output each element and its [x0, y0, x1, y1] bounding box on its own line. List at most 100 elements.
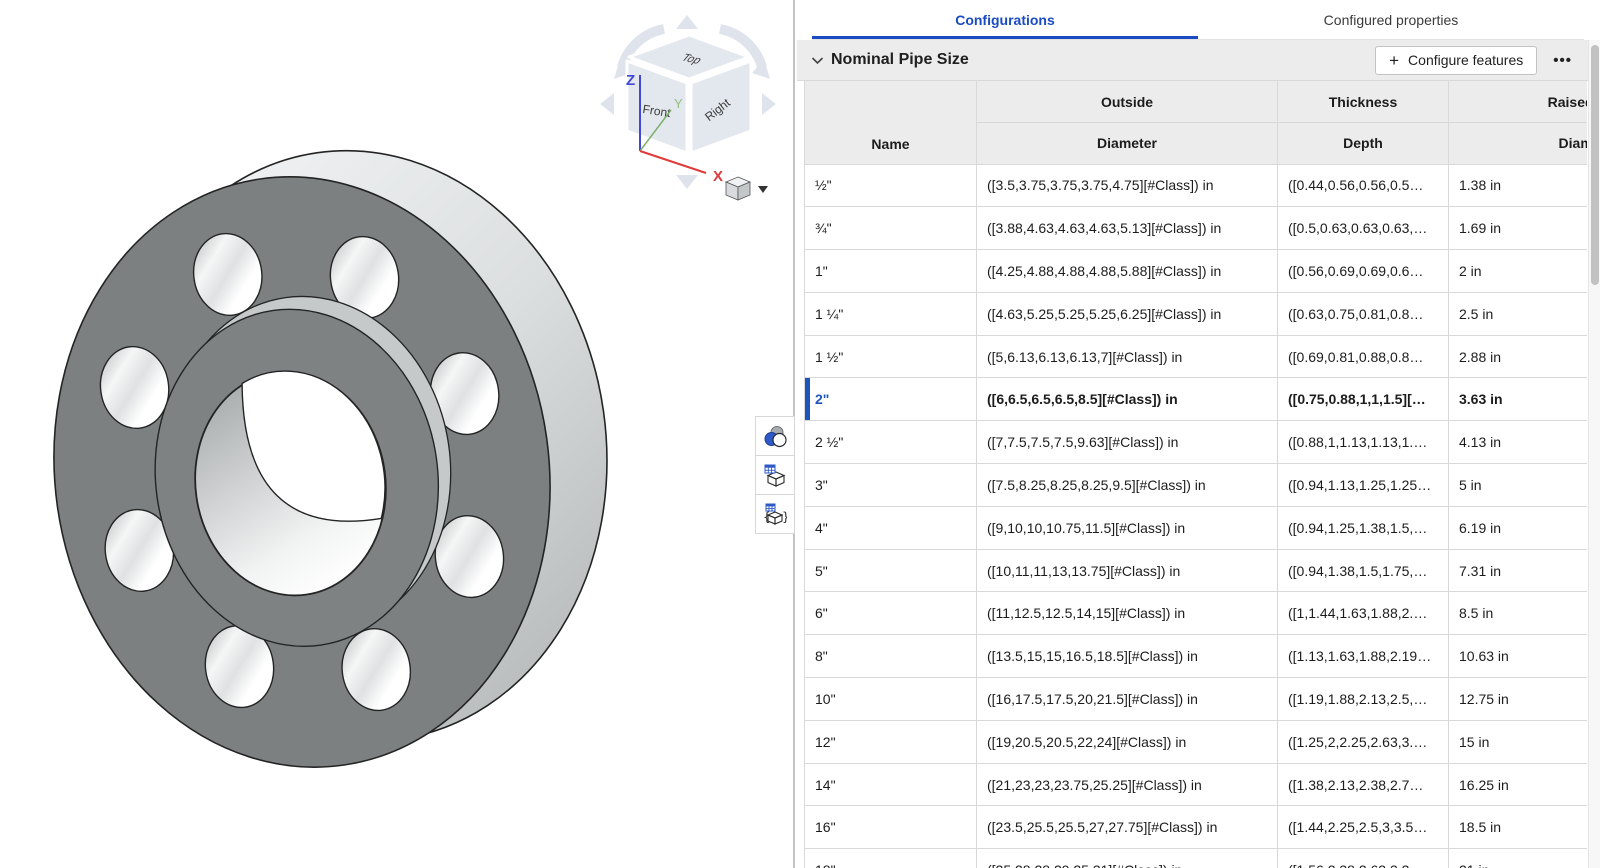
table-row[interactable]: 10"([16,17.5,17.5,20,21.5][#Class]) in([… [805, 678, 1588, 721]
scrollbar-thumb[interactable] [1591, 45, 1599, 285]
table-row[interactable]: 3"([7.5,8.25,8.25,8.25,9.5][#Class]) in(… [805, 464, 1588, 507]
cell-depth[interactable]: ([1.38,2.13,2.38,2.7… [1278, 763, 1449, 806]
cell-name[interactable]: 14" [805, 763, 977, 806]
cell-diameter[interactable]: ([23.5,25.5,25.5,27,27.75][#Class]) in [977, 806, 1278, 849]
cell-diameter[interactable]: ([4.25,4.88,4.88,4.88,5.88][#Class]) in [977, 250, 1278, 293]
cell-raised[interactable]: 6.19 in [1449, 506, 1588, 549]
cell-name[interactable]: 1 ¼" [805, 292, 977, 335]
cell-diameter[interactable]: ([19,20.5,20.5,22,24][#Class]) in [977, 720, 1278, 763]
column-header-raised-diameter: Diameter [1449, 123, 1588, 165]
cell-raised[interactable]: 15 in [1449, 720, 1588, 763]
cell-name[interactable]: 8" [805, 635, 977, 678]
cell-raised[interactable]: 4.13 in [1449, 421, 1588, 464]
cell-name[interactable]: 6" [805, 592, 977, 635]
cell-name[interactable]: 5" [805, 549, 977, 592]
cell-raised[interactable]: 2.5 in [1449, 292, 1588, 335]
cell-name[interactable]: 18" [805, 849, 977, 868]
cell-depth[interactable]: ([0.5,0.63,0.63,0.63,… [1278, 207, 1449, 250]
table-row[interactable]: ¾"([3.88,4.63,4.63,4.63,5.13][#Class]) i… [805, 207, 1588, 250]
cell-raised[interactable]: 3.63 in [1449, 378, 1588, 421]
cell-depth[interactable]: ([1.19,1.88,2.13,2.5,… [1278, 678, 1449, 721]
cell-depth[interactable]: ([0.56,0.69,0.69,0.6… [1278, 250, 1449, 293]
cell-diameter[interactable]: ([7,7.5,7.5,7.5,9.63][#Class]) in [977, 421, 1278, 464]
cell-name[interactable]: 12" [805, 720, 977, 763]
table-row[interactable]: 2 ½"([7,7.5,7.5,7.5,9.63][#Class]) in([0… [805, 421, 1588, 464]
table-row[interactable]: 8"([13.5,15,15,16.5,18.5][#Class]) in([1… [805, 635, 1588, 678]
configuration-table-button[interactable] [755, 455, 795, 495]
cell-depth[interactable]: ([0.44,0.56,0.56,0.5… [1278, 164, 1449, 207]
cell-name[interactable]: 10" [805, 678, 977, 721]
cell-depth[interactable]: ([1.25,2,2.25,2.63,3.… [1278, 720, 1449, 763]
cell-name[interactable]: ½" [805, 164, 977, 207]
cell-diameter[interactable]: ([16,17.5,17.5,20,21.5][#Class]) in [977, 678, 1278, 721]
table-row[interactable]: 18"([25,28,28,29.25,31][#Class]) in([1.5… [805, 849, 1588, 868]
cell-depth[interactable]: ([0.75,0.88,1,1,1.5][… [1278, 378, 1449, 421]
cell-depth[interactable]: ([0.63,0.75,0.81,0.8… [1278, 292, 1449, 335]
table-row[interactable]: 14"([21,23,23,23.75,25.25][#Class]) in([… [805, 763, 1588, 806]
cell-depth[interactable]: ([1.13,1.63,1.88,2.19… [1278, 635, 1449, 678]
display-states-button[interactable] [755, 416, 795, 456]
cell-depth[interactable]: ([1.56,2.38,2.63,3.2… [1278, 849, 1449, 868]
cell-name[interactable]: 2 ½" [805, 421, 977, 464]
3d-viewport[interactable]: Top Front Right Z Y X [0, 0, 795, 868]
table-row[interactable]: 12"([19,20.5,20.5,22,24][#Class]) in([1.… [805, 720, 1588, 763]
section-title: Nominal Pipe Size [831, 51, 969, 69]
cell-depth[interactable]: ([0.88,1,1.13,1.13,1.… [1278, 421, 1449, 464]
table-row[interactable]: 1"([4.25,4.88,4.88,4.88,5.88][#Class]) i… [805, 250, 1588, 293]
cell-depth[interactable]: ([1,1.44,1.63,1.88,2.… [1278, 592, 1449, 635]
cell-name[interactable]: 4" [805, 506, 977, 549]
configured-properties-button[interactable]: { } [755, 494, 795, 534]
view-mode-dropdown[interactable] [726, 177, 768, 200]
cell-name[interactable]: 1" [805, 250, 977, 293]
table-row[interactable]: ½"([3.5,3.75,3.75,3.75,4.75][#Class]) in… [805, 164, 1588, 207]
table-row[interactable]: 1 ½"([5,6.13,6.13,6.13,7][#Class]) in([0… [805, 335, 1588, 378]
cell-depth[interactable]: ([0.94,1.13,1.25,1.25… [1278, 464, 1449, 507]
cell-diameter[interactable]: ([25,28,28,29.25,31][#Class]) in [977, 849, 1278, 868]
cell-raised[interactable]: 21 in [1449, 849, 1588, 868]
cell-name[interactable]: 16" [805, 806, 977, 849]
collapse-section-button[interactable] [811, 56, 824, 65]
cell-raised[interactable]: 10.63 in [1449, 635, 1588, 678]
cell-raised[interactable]: 2.88 in [1449, 335, 1588, 378]
cell-depth[interactable]: ([0.94,1.38,1.5,1.75,… [1278, 549, 1449, 592]
cell-diameter[interactable]: ([5,6.13,6.13,6.13,7][#Class]) in [977, 335, 1278, 378]
cell-diameter[interactable]: ([3.88,4.63,4.63,4.63,5.13][#Class]) in [977, 207, 1278, 250]
table-row[interactable]: 4"([9,10,10,10.75,11.5][#Class]) in([0.9… [805, 506, 1588, 549]
configure-features-button[interactable]: + Configure features [1375, 46, 1537, 75]
table-row[interactable]: 16"([23.5,25.5,25.5,27,27.75][#Class]) i… [805, 806, 1588, 849]
cell-raised[interactable]: 5 in [1449, 464, 1588, 507]
cell-diameter[interactable]: ([10,11,11,13,13.75][#Class]) in [977, 549, 1278, 592]
table-row[interactable]: 6"([11,12.5,12.5,14,15][#Class]) in([1,1… [805, 592, 1588, 635]
tab-configured-properties[interactable]: Configured properties [1198, 0, 1584, 39]
cell-diameter[interactable]: ([7.5,8.25,8.25,8.25,9.5][#Class]) in [977, 464, 1278, 507]
cell-diameter[interactable]: ([4.63,5.25,5.25,5.25,6.25][#Class]) in [977, 292, 1278, 335]
cell-diameter[interactable]: ([21,23,23,23.75,25.25][#Class]) in [977, 763, 1278, 806]
cell-raised[interactable]: 12.75 in [1449, 678, 1588, 721]
cell-name[interactable]: 2" [805, 378, 977, 421]
cell-raised[interactable]: 2 in [1449, 250, 1588, 293]
vertical-scrollbar[interactable] [1588, 40, 1600, 868]
table-row[interactable]: 1 ¼"([4.63,5.25,5.25,5.25,6.25][#Class])… [805, 292, 1588, 335]
cell-raised[interactable]: 1.38 in [1449, 164, 1588, 207]
tab-configurations[interactable]: Configurations [812, 0, 1198, 39]
cell-diameter[interactable]: ([6,6.5,6.5,6.5,8.5][#Class]) in [977, 378, 1278, 421]
cell-depth[interactable]: ([0.69,0.81,0.88,0.8… [1278, 335, 1449, 378]
cell-raised[interactable]: 1.69 in [1449, 207, 1588, 250]
cell-raised[interactable]: 8.5 in [1449, 592, 1588, 635]
cell-raised[interactable]: 16.25 in [1449, 763, 1588, 806]
cell-depth[interactable]: ([1.44,2.25,2.5,3,3.5… [1278, 806, 1449, 849]
table-row[interactable]: 5"([10,11,11,13,13.75][#Class]) in([0.94… [805, 549, 1588, 592]
cell-raised[interactable]: 18.5 in [1449, 806, 1588, 849]
cell-diameter[interactable]: ([13.5,15,15,16.5,18.5][#Class]) in [977, 635, 1278, 678]
more-options-button[interactable]: ••• [1547, 50, 1578, 71]
view-cube-widget[interactable]: Top Front Right Z Y X [592, 5, 792, 205]
cell-raised[interactable]: 7.31 in [1449, 549, 1588, 592]
cell-name[interactable]: 1 ½" [805, 335, 977, 378]
cell-name[interactable]: 3" [805, 464, 977, 507]
cell-name[interactable]: ¾" [805, 207, 977, 250]
cell-diameter[interactable]: ([3.5,3.75,3.75,3.75,4.75][#Class]) in [977, 164, 1278, 207]
cell-depth[interactable]: ([0.94,1.25,1.38,1.5,… [1278, 506, 1449, 549]
table-row[interactable]: 2"([6,6.5,6.5,6.5,8.5][#Class]) in([0.75… [805, 378, 1588, 421]
cell-diameter[interactable]: ([9,10,10,10.75,11.5][#Class]) in [977, 506, 1278, 549]
cell-diameter[interactable]: ([11,12.5,12.5,14,15][#Class]) in [977, 592, 1278, 635]
